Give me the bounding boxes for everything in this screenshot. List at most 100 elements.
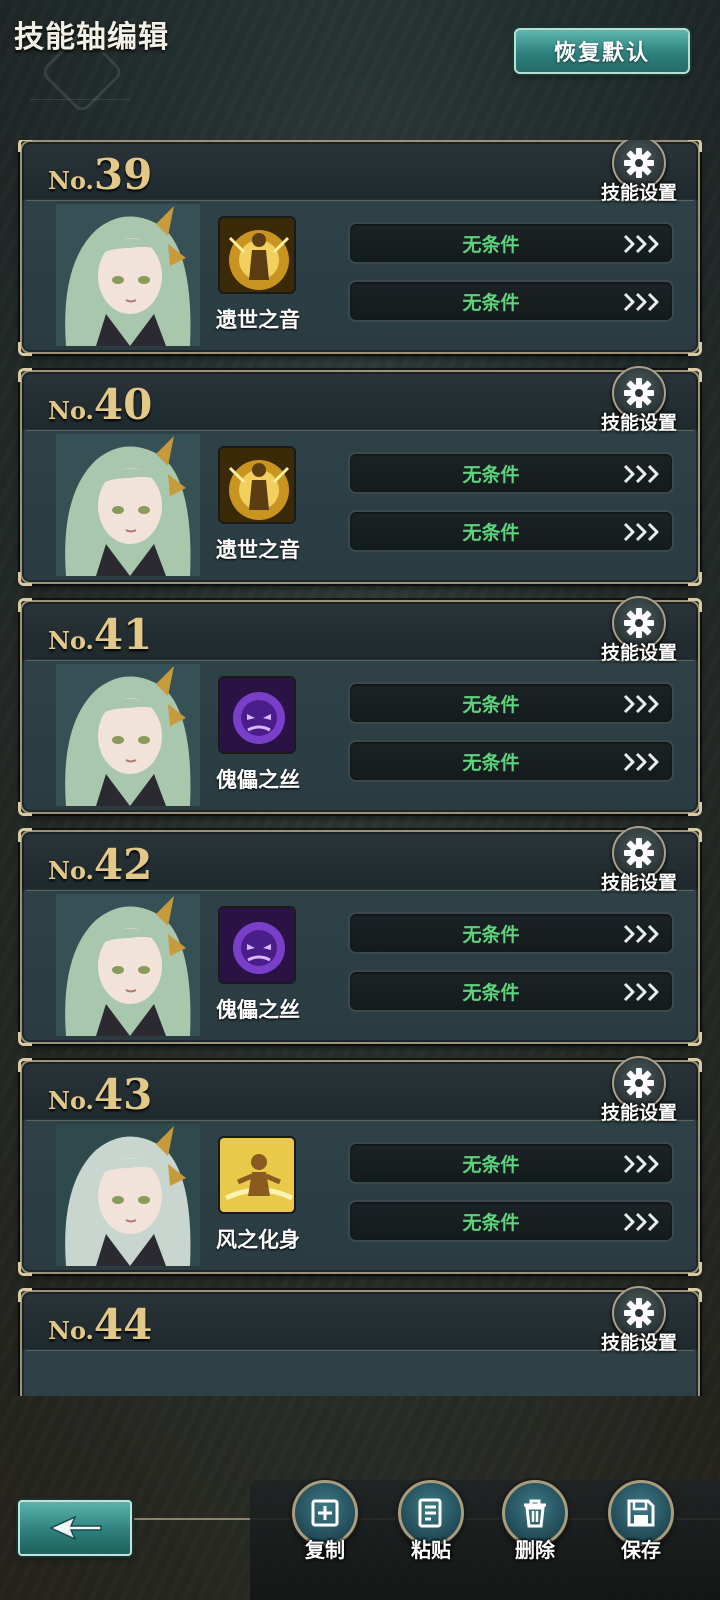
card-corner-ornament [18,368,32,382]
card-corner-ornament [18,802,32,816]
card-number-value: 44 [93,1300,153,1349]
card-corner-ornament [688,572,702,586]
skill-card-40[interactable]: No.40 技能设置 遗世之音 无条件 无条件 [18,366,702,586]
skill-settings-label: 技能设置 [600,642,677,664]
skill-name: 遗世之音 [216,308,300,332]
card-number-value: 40 [93,380,153,429]
purple-ghost-skill-icon [220,678,294,752]
character-portrait-frame [56,1124,200,1266]
gear-icon [624,378,654,408]
card-corner-ornament [688,1032,702,1046]
condition-selector[interactable]: 无条件 [348,912,674,954]
skill-settings-button[interactable]: 技能设置 [594,1286,684,1354]
paste-button[interactable]: 粘贴 [390,1480,472,1600]
card-corner-ornament [688,1262,702,1276]
skill-card-42[interactable]: No.42 技能设置 傀儡之丝 无条件 无条件 [18,826,702,1046]
skill-settings-label: 技能设置 [600,1102,677,1124]
skill-name: 傀儡之丝 [216,998,300,1022]
card-number-value: 43 [93,1070,153,1119]
card-number-prefix: No. [48,166,94,195]
condition-text: 无条件 [462,751,520,774]
condition-selector[interactable]: 无条件 [348,1142,674,1184]
card-number-value: 41 [93,610,153,659]
card-number-value: 42 [93,840,153,889]
skill-card-44[interactable]: No.44 技能设置 [18,1286,702,1396]
card-corner-ornament [688,1288,702,1302]
skill-settings-button[interactable]: 技能设置 [594,826,684,894]
card-number: No.43 [48,1070,152,1119]
card-corner-ornament [688,802,702,816]
skill-icon-button[interactable] [218,446,296,524]
skill-settings-label: 技能设置 [600,182,677,204]
character-portrait-frame [56,434,200,576]
character-portrait [56,894,200,1036]
card-corner-ornament [18,1262,32,1276]
skill-settings-button[interactable]: 技能设置 [594,140,684,204]
purple-ghost-skill-icon [220,908,294,982]
gear-icon [624,608,654,638]
condition-text: 无条件 [462,463,520,486]
copy-button[interactable]: 复制 [284,1480,366,1600]
condition-selector[interactable]: 无条件 [348,682,674,724]
card-corner-ornament [688,140,702,152]
condition-selector[interactable]: 无条件 [348,280,674,322]
copy-icon [311,1499,339,1527]
back-arrow-icon [49,1515,102,1541]
skill-settings-button[interactable]: 技能设置 [594,596,684,664]
paste-label: 粘贴 [411,1538,451,1562]
condition-selector[interactable]: 无条件 [348,510,674,552]
card-corner-ornament [18,598,32,612]
card-number: No.41 [48,610,152,659]
golden-figure-skill-icon [220,448,294,522]
triple-chevron-icon [623,292,659,312]
skill-settings-label: 技能设置 [600,1332,677,1354]
skill-timeline-list[interactable]: No.39 技能设置 遗世之音 无条件 无条件 No.40 技能设置 遗世之音 无条件 无条件 No… [0,140,720,1396]
skill-card-43[interactable]: No.43 技能设置 风之化身 无条件 无条件 [18,1056,702,1276]
skill-icon-button[interactable] [218,216,296,294]
skill-settings-label: 技能设置 [600,412,677,434]
condition-selector[interactable]: 无条件 [348,1200,674,1242]
skill-settings-button[interactable]: 技能设置 [594,1056,684,1124]
delete-button[interactable]: 删除 [494,1480,576,1600]
triple-chevron-icon [623,694,659,714]
skill-card-41[interactable]: No.41 技能设置 傀儡之丝 无条件 无条件 [18,596,702,816]
character-portrait-frame [56,664,200,806]
condition-text: 无条件 [462,1211,520,1234]
card-number-prefix: No. [48,856,94,885]
skill-name: 遗世之音 [216,538,300,562]
card-number: No.40 [48,380,152,429]
save-label: 保存 [621,1538,661,1562]
condition-selector[interactable]: 无条件 [348,740,674,782]
card-number-prefix: No. [48,396,94,425]
skill-icon-button[interactable] [218,676,296,754]
condition-selector[interactable]: 无条件 [348,452,674,494]
golden-figure-skill-icon [220,218,294,292]
skill-icon-button[interactable] [218,906,296,984]
card-number-prefix: No. [48,1086,94,1115]
card-corner-ornament [18,1058,32,1072]
condition-text: 无条件 [462,923,520,946]
condition-selector[interactable]: 无条件 [348,970,674,1012]
paste-icon [418,1498,442,1528]
skill-icon-button[interactable] [218,1136,296,1214]
card-number: No.42 [48,840,152,889]
skill-card-39[interactable]: No.39 技能设置 遗世之音 无条件 无条件 [18,140,702,356]
back-button[interactable] [18,1500,132,1556]
triple-chevron-icon [623,464,659,484]
skill-settings-label: 技能设置 [600,872,677,894]
condition-text: 无条件 [462,521,520,544]
skill-name: 傀儡之丝 [216,768,300,792]
reset-default-button[interactable]: 恢复默认 [514,28,690,74]
gear-icon [624,838,654,868]
character-portrait-frame [56,204,200,346]
card-corner-ornament [688,368,702,382]
save-button[interactable]: 保存 [600,1480,682,1600]
skill-settings-button[interactable]: 技能设置 [594,366,684,434]
card-number-prefix: No. [48,1316,94,1345]
card-corner-ornament [18,828,32,842]
card-number-prefix: No. [48,626,94,655]
card-corner-ornament [688,598,702,612]
condition-selector[interactable]: 无条件 [348,222,674,264]
gear-icon [624,148,654,178]
triple-chevron-icon [623,982,659,1002]
